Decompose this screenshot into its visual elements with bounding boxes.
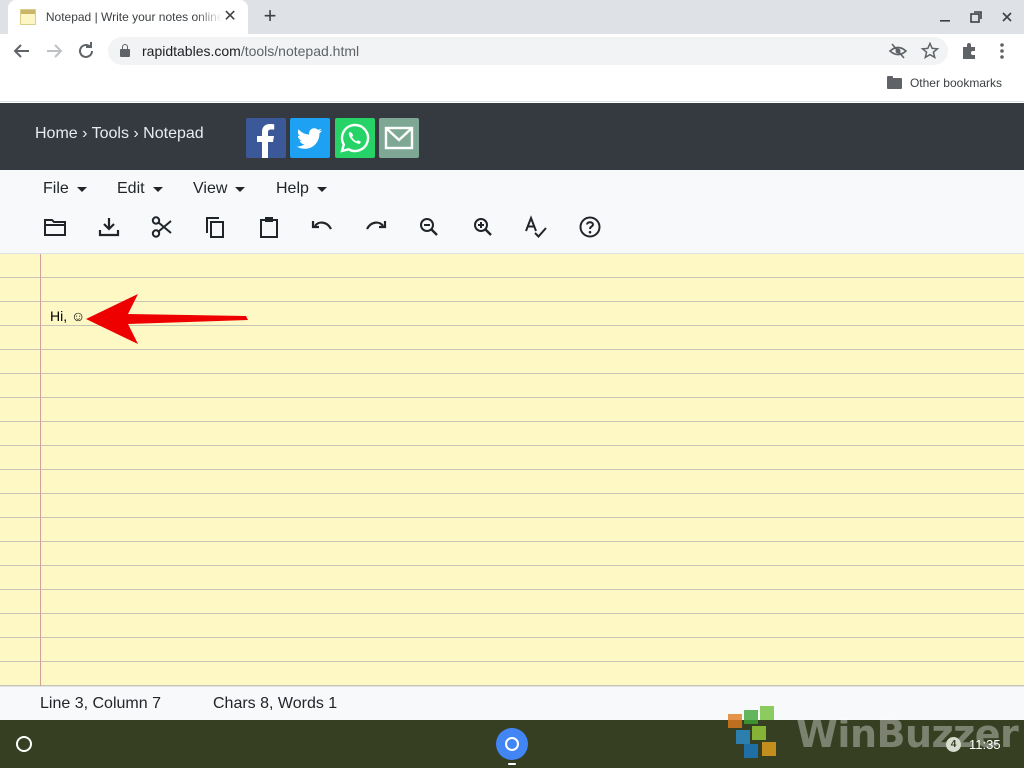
folder-icon (886, 75, 902, 89)
twitter-share-icon[interactable] (290, 118, 330, 158)
help-menu[interactable]: Help (276, 180, 327, 198)
back-arrow-icon[interactable] (10, 39, 34, 63)
paste-icon[interactable] (256, 214, 282, 240)
bookmarks-bar: Other bookmarks (0, 68, 1024, 102)
file-menu-label: File (43, 180, 69, 197)
open-folder-icon[interactable] (42, 214, 68, 240)
minimize-icon[interactable] (936, 8, 954, 26)
file-menu[interactable]: File (43, 180, 87, 198)
breadcrumb[interactable]: Home › Tools › Notepad (35, 125, 204, 143)
launcher-icon[interactable] (16, 736, 32, 752)
lock-icon (120, 44, 130, 57)
url-host: rapidtables.com (142, 43, 241, 59)
site-header: Home › Tools › Notepad (0, 103, 1024, 170)
zoom-in-icon[interactable] (470, 214, 496, 240)
notepad-menubar: File Edit View Help (0, 170, 1024, 254)
spellcheck-icon[interactable] (523, 214, 549, 240)
url-path: /tools/notepad.html (240, 43, 360, 59)
close-window-icon[interactable] (998, 8, 1016, 26)
scissors-icon[interactable] (149, 214, 175, 240)
editor-text[interactable]: Hi, ☺ (50, 308, 85, 324)
red-arrow-annotation (86, 294, 248, 344)
new-tab-button[interactable]: + (258, 5, 282, 29)
browser-tab[interactable]: Notepad | Write your notes online ✕ (8, 0, 248, 34)
download-icon[interactable] (96, 214, 122, 240)
undo-icon[interactable] (309, 214, 335, 240)
more-menu-icon[interactable] (990, 39, 1014, 63)
chrome-app-icon[interactable] (496, 728, 528, 760)
paper-margin-line (40, 254, 41, 686)
zoom-out-icon[interactable] (416, 214, 442, 240)
notification-badge[interactable]: 4 (946, 737, 961, 752)
restore-icon[interactable] (967, 8, 985, 26)
char-word-count: Chars 8, Words 1 (213, 695, 338, 712)
edit-menu-label: Edit (117, 180, 145, 197)
address-bar[interactable]: rapidtables.com/tools/notepad.html (108, 37, 948, 65)
copy-icon[interactable] (202, 214, 228, 240)
bookmark-star-icon[interactable] (920, 41, 940, 61)
whatsapp-share-icon[interactable] (335, 118, 375, 158)
tab-close-icon[interactable]: ✕ (222, 9, 238, 25)
facebook-share-icon[interactable] (246, 118, 286, 158)
edit-menu[interactable]: Edit (117, 180, 163, 198)
caret-down-icon (76, 186, 87, 192)
cursor-position: Line 3, Column 7 (40, 695, 161, 712)
other-bookmarks[interactable]: Other bookmarks (886, 75, 1002, 90)
redo-icon[interactable] (363, 214, 389, 240)
system-clock[interactable]: 11:35 (969, 737, 1001, 752)
tab-title: Notepad | Write your notes online (45, 10, 223, 24)
running-indicator (508, 763, 516, 765)
browser-toolbar: rapidtables.com/tools/notepad.html (0, 34, 1024, 68)
eye-slash-icon[interactable] (888, 41, 908, 61)
view-menu-label: View (193, 180, 228, 197)
reload-icon[interactable] (74, 39, 98, 63)
extensions-puzzle-icon[interactable] (958, 39, 982, 63)
other-bookmarks-label: Other bookmarks (909, 76, 1002, 90)
help-icon[interactable] (577, 214, 603, 240)
view-menu[interactable]: View (193, 180, 246, 198)
help-menu-label: Help (276, 180, 309, 197)
caret-down-icon (235, 186, 246, 192)
forward-arrow-icon[interactable] (42, 39, 66, 63)
email-share-icon[interactable] (379, 118, 419, 158)
caret-down-icon (152, 186, 163, 192)
notepad-favicon-icon (20, 9, 36, 25)
caret-down-icon (316, 186, 327, 192)
